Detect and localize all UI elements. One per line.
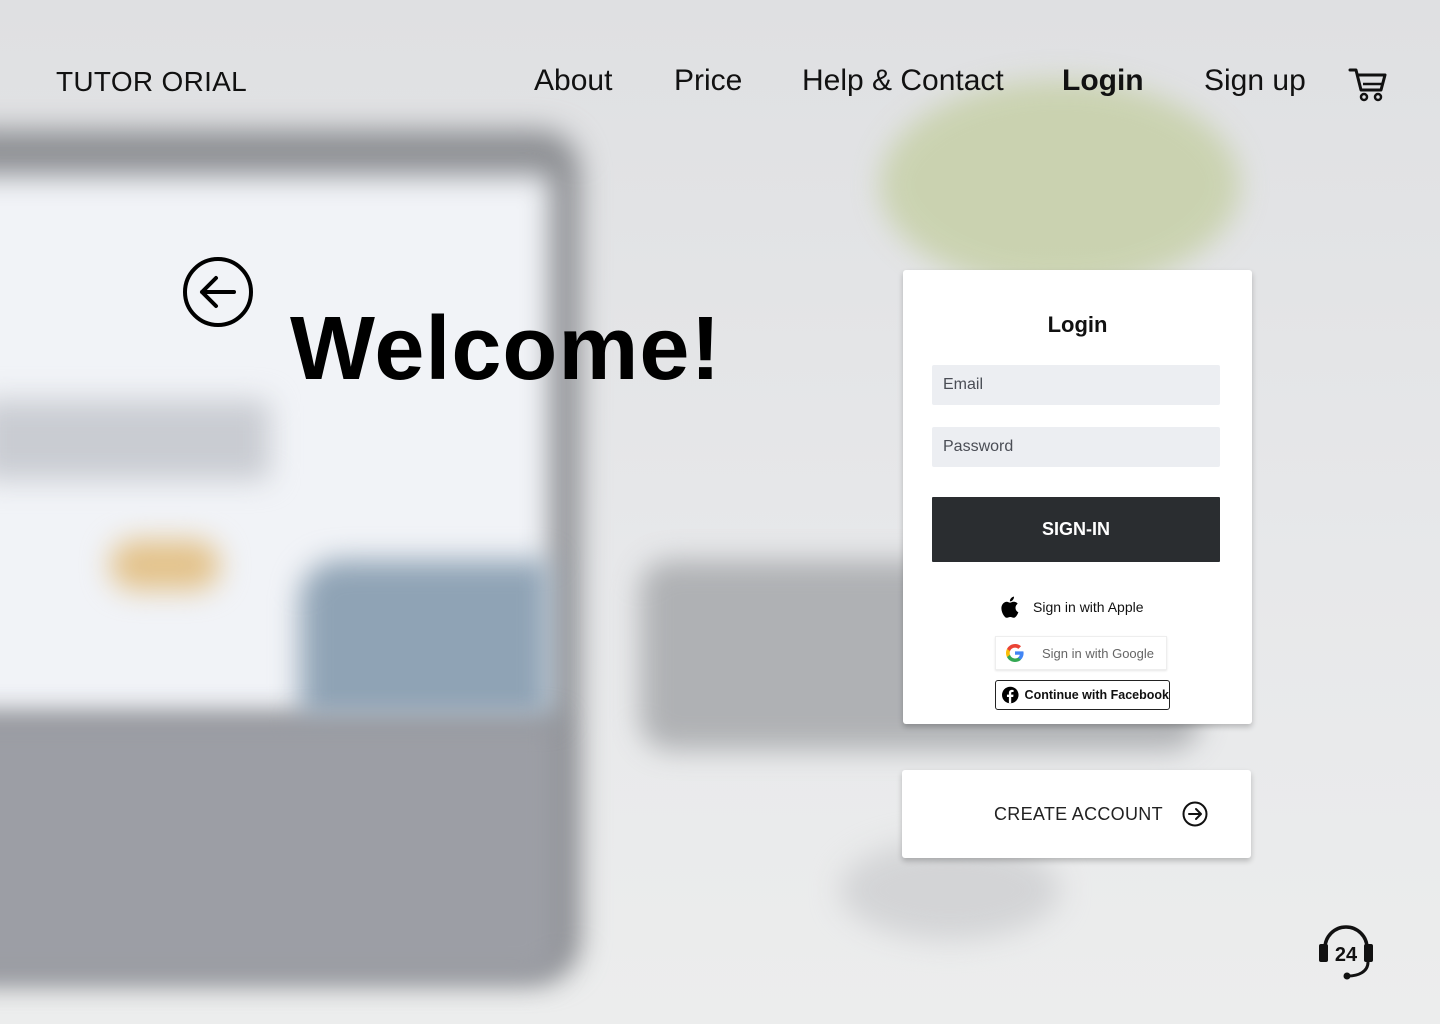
continue-with-facebook-button[interactable]: Continue with Facebook (995, 680, 1170, 710)
page-title: Welcome! (290, 299, 722, 400)
sign-in-with-google-button[interactable]: Sign in with Google (995, 636, 1167, 670)
nav-link-login[interactable]: Login (1062, 64, 1144, 98)
facebook-icon (1002, 686, 1019, 704)
google-icon (1006, 644, 1024, 662)
nav-link-price[interactable]: Price (674, 64, 742, 98)
google-sign-in-label: Sign in with Google (1042, 645, 1155, 661)
support-24-headset-icon[interactable]: 24 (1316, 922, 1376, 982)
arrow-right-circle-icon (1182, 801, 1208, 827)
email-field[interactable] (932, 365, 1220, 405)
nav-link-sign-up[interactable]: Sign up (1204, 64, 1306, 98)
create-account-button[interactable]: CREATE ACCOUNT (902, 770, 1251, 858)
apple-icon (1001, 596, 1019, 618)
site-logo[interactable]: TUTOR ORIAL (56, 66, 247, 98)
password-field[interactable] (932, 427, 1220, 467)
login-title: Login (1047, 312, 1108, 337)
apple-sign-in-label: Sign in with Apple (1033, 599, 1144, 615)
top-navigation: TUTOR ORIAL About Price Help & Contact L… (0, 0, 1440, 165)
nav-link-about[interactable]: About (534, 64, 612, 98)
facebook-sign-in-label: Continue with Facebook (1024, 688, 1169, 702)
sign-in-button[interactable]: SIGN-IN (932, 497, 1220, 562)
login-card: Login SIGN-IN Sign in with Apple Sign in… (903, 270, 1252, 724)
arrow-left-circle-icon[interactable] (182, 256, 254, 328)
create-account-label: CREATE ACCOUNT (994, 804, 1163, 824)
sign-in-with-apple-button[interactable]: Sign in with Apple (999, 592, 1144, 622)
nav-link-help-contact[interactable]: Help & Contact (802, 64, 1004, 98)
support-hours-label: 24 (1335, 944, 1358, 966)
shopping-cart-icon[interactable] (1348, 66, 1388, 102)
